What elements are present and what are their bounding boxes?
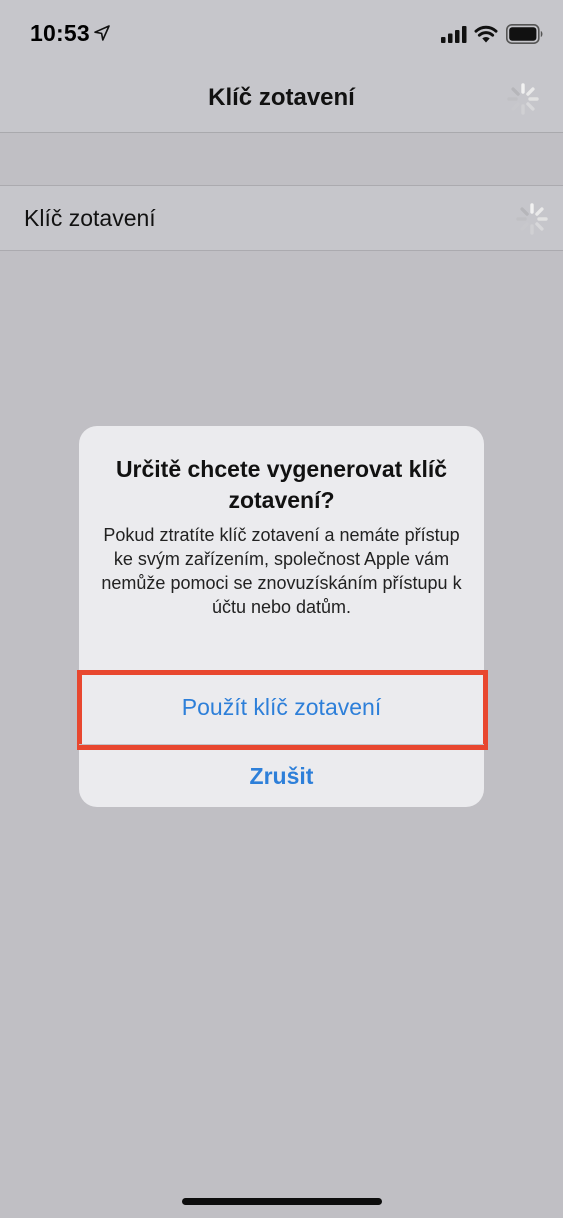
alert-title: Určitě chcete vygenerovat klíč zotavení? xyxy=(115,456,448,513)
page-title: Klíč zotavení xyxy=(208,84,355,111)
activity-spinner-icon xyxy=(507,83,539,115)
activity-spinner-icon xyxy=(516,203,548,235)
row-label: Klíč zotavení xyxy=(24,205,156,231)
home-indicator[interactable] xyxy=(182,1198,382,1205)
navigation-bar: Klíč zotavení xyxy=(0,66,563,133)
section-spacer xyxy=(0,133,563,185)
location-arrow-icon xyxy=(94,25,110,41)
wifi-icon xyxy=(474,25,498,43)
cellular-signal-icon xyxy=(441,26,467,43)
confirmation-alert: Určitě chcete vygenerovat klíč zotavení?… xyxy=(77,426,488,807)
alert-message: Pokud ztratíte klíč zotavení a nemáte př… xyxy=(101,525,462,617)
status-bar: 10:53 xyxy=(0,0,563,66)
recovery-key-row[interactable]: Klíč zotavení xyxy=(0,185,563,251)
use-recovery-key-button[interactable]: Použít klíč zotavení xyxy=(79,674,484,740)
status-time: 10:53 xyxy=(30,20,90,46)
battery-icon xyxy=(506,24,543,44)
cancel-button[interactable]: Zrušit xyxy=(79,745,484,807)
